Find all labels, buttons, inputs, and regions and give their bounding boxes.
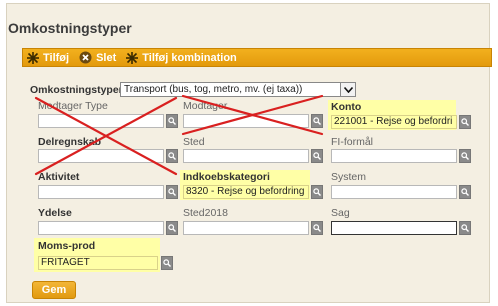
sted-label: Sted — [183, 136, 205, 148]
search-icon[interactable] — [166, 185, 178, 199]
delete-label: Slet — [96, 51, 117, 64]
fi-formal-input[interactable] — [331, 149, 457, 163]
delregnskab-input[interactable] — [38, 149, 164, 163]
moms-prod-input[interactable]: FRITAGET — [38, 256, 158, 270]
search-icon[interactable] — [311, 149, 323, 163]
search-icon[interactable] — [166, 114, 178, 128]
star-icon — [27, 51, 39, 64]
indkoebskategori-input[interactable]: 8320 - Rejse og befordring — [183, 185, 309, 199]
sted-input[interactable] — [183, 149, 309, 163]
chevron-down-icon — [340, 83, 355, 96]
modtager-type-label: Modtager Type — [38, 100, 108, 112]
ydelse-input[interactable] — [38, 221, 164, 235]
toolbar: Tilføj Slet Tilføj kombination — [22, 48, 492, 67]
modtager-type-input[interactable] — [38, 114, 164, 128]
delete-button[interactable]: Slet — [75, 51, 120, 64]
aktivitet-label: Aktivitet — [38, 171, 80, 183]
ydelse-label: Ydelse — [38, 207, 72, 219]
system-label: System — [331, 171, 367, 183]
search-icon[interactable] — [311, 114, 323, 128]
search-icon[interactable] — [166, 221, 178, 235]
modtager-label: Modtager — [183, 100, 228, 112]
search-icon[interactable] — [459, 221, 471, 235]
moms-prod-label: Moms-prod — [38, 240, 96, 252]
search-icon[interactable] — [459, 115, 471, 129]
add-combination-button[interactable]: Tilføj kombination — [122, 51, 241, 64]
search-icon[interactable] — [166, 149, 178, 163]
page-title: Omkostningstyper — [8, 20, 132, 36]
star-icon — [126, 51, 139, 64]
add-combination-label: Tilføj kombination — [142, 51, 237, 64]
search-icon[interactable] — [311, 185, 323, 199]
konto-input[interactable]: 221001 - Rejse og befordri — [331, 115, 457, 129]
cost-type-label: Omkostningstyper* — [30, 84, 127, 96]
save-button[interactable]: Gem — [32, 281, 76, 299]
search-icon[interactable] — [459, 149, 471, 163]
modtager-input[interactable] — [183, 114, 309, 128]
delete-icon — [79, 51, 92, 64]
cost-type-select[interactable]: Transport (bus, tog, metro, mv. (ej taxa… — [120, 82, 356, 97]
add-label: Tilføj — [43, 51, 70, 64]
delregnskab-label: Delregnskab — [38, 136, 102, 148]
aktivitet-input[interactable] — [38, 185, 164, 199]
cost-type-value: Transport (bus, tog, metro, mv. (ej taxa… — [124, 84, 303, 95]
system-input[interactable] — [331, 185, 457, 199]
indkoebskategori-label: Indkoebskategori — [183, 171, 270, 183]
sted2018-label: Sted2018 — [183, 207, 228, 219]
search-icon[interactable] — [459, 185, 471, 199]
sted2018-input[interactable] — [183, 221, 309, 235]
search-icon[interactable] — [311, 221, 323, 235]
fi-formal-label: FI-formål — [331, 136, 373, 148]
add-button[interactable]: Tilføj — [23, 51, 73, 64]
sag-label: Sag — [331, 207, 350, 219]
konto-label: Konto — [331, 101, 362, 113]
sag-input[interactable] — [331, 221, 457, 235]
search-icon[interactable] — [161, 256, 173, 270]
